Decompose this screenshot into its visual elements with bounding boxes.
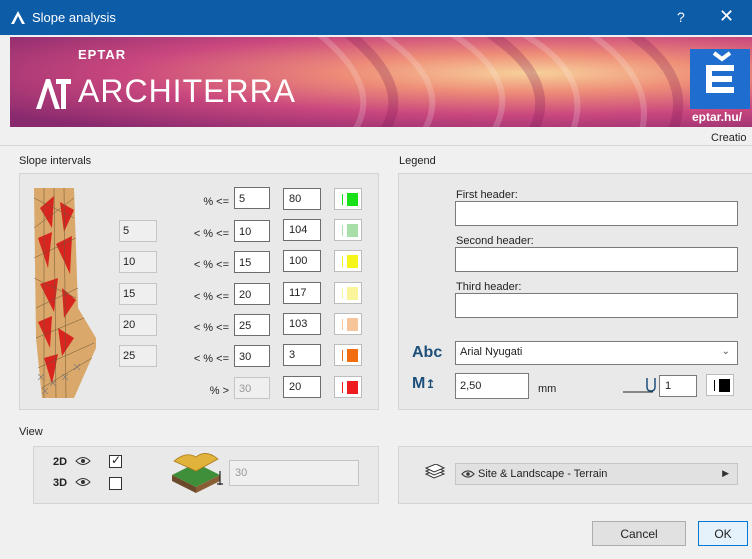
layer-value: Site & Landscape - Terrain [478,468,608,480]
legend-label: Legend [399,155,436,167]
color-picker-6[interactable] [334,344,362,366]
upper-bound-input-3[interactable]: 15 [234,251,270,273]
company-name: EPTAR [78,47,127,62]
lower-bound-display-2: 5 [119,220,157,242]
lower-bound-display-3: 10 [119,251,157,273]
checkmark-icon: ✓ [111,453,122,467]
eye-icon [75,457,91,465]
terrain-offset-input: 30 [229,460,359,486]
pen-number-input-6[interactable]: 3 [283,344,321,366]
font-value: Arial Nyugati [460,346,523,358]
product-name: ARCHITERRA [78,73,297,109]
upper-bound-input-2[interactable]: 10 [234,220,270,242]
slope-intervals-label: Slope intervals [19,155,92,167]
operator-label: % <= [203,196,229,208]
eye-icon [75,478,91,486]
upper-bound-display-7: 30 [234,377,270,399]
lower-bound-display-6: 25 [119,345,157,367]
cancel-button[interactable]: Cancel [592,521,686,546]
operator-label: < % <= [193,291,229,303]
close-button[interactable]: ✕ [719,6,734,27]
view-3d-label: 3D [53,477,68,489]
site-url: eptar.hu/ [692,110,743,124]
view-label: View [19,426,43,438]
pen-number-input-5[interactable]: 103 [283,313,321,335]
upper-bound-input-6[interactable]: 30 [234,345,270,367]
second-header-label: Second header: [456,235,534,247]
pen-number-input-2[interactable]: 104 [283,219,321,241]
upper-bound-input-1[interactable]: 5 [234,187,270,209]
eptar-logo-icon [690,49,750,109]
second-header-input[interactable] [455,247,738,272]
view-3d-checkbox[interactable] [109,477,122,490]
banner: EPTAR ARCHITERRA eptar.hu/ [10,37,752,127]
pen-number-input-1[interactable]: 80 [283,188,321,210]
title-bar: Slope analysis ? ✕ [0,0,752,35]
font-dropdown[interactable]: Arial Nyugati ⌄ [455,341,738,365]
tab-creation-partial[interactable]: Creatio [711,132,746,144]
lower-bound-display-4: 15 [119,283,157,305]
upper-bound-input-5[interactable]: 25 [234,314,270,336]
layers-icon [424,464,446,479]
slope-preview-thumbnail [34,188,96,398]
chevron-right-icon: ▶ [722,468,729,478]
view-2d-label: 2D [53,456,68,468]
operator-label: < % <= [193,228,229,240]
lower-bound-display-5: 20 [119,314,157,336]
window-title: Slope analysis [32,10,116,25]
ok-button[interactable]: OK [698,521,748,546]
pen-number-input-7[interactable]: 20 [283,376,321,398]
help-button[interactable]: ? [677,9,685,25]
third-header-label: Third header: [456,281,522,293]
third-header-input[interactable] [455,293,738,318]
text-size-input[interactable]: 2,50 [455,373,529,399]
first-header-label: First header: [456,189,518,201]
eye-icon [461,470,475,478]
first-header-input[interactable] [455,201,738,226]
color-picker-7[interactable] [334,376,362,398]
text-size-glyph: M [412,375,426,392]
pen-number-input-4[interactable]: 117 [283,282,321,304]
pen-number-input[interactable]: 1 [659,375,697,397]
pen-weight-icon [623,378,656,393]
operator-label: < % <= [193,259,229,271]
operator-label: % > [209,385,229,397]
color-picker-3[interactable] [334,250,362,272]
font-icon: Abc [412,344,443,361]
terrain-elevation-icon [172,453,223,493]
architerra-logo-icon [36,79,71,109]
operator-label: < % <= [193,353,229,365]
color-picker-2[interactable] [334,219,362,241]
color-picker-4[interactable] [334,282,362,304]
legend-color-picker[interactable] [706,374,734,396]
size-unit-label: mm [538,383,557,395]
color-picker-1[interactable] [334,188,362,210]
chevron-down-icon: ⌄ [721,346,730,357]
pen-number-input-3[interactable]: 100 [283,250,321,272]
upper-bound-input-4[interactable]: 20 [234,283,270,305]
app-icon [11,11,25,24]
text-size-icon: M↥ [412,375,436,392]
view-2d-checkbox[interactable]: ✓ [109,453,122,468]
layer-dropdown[interactable]: Site & Landscape - Terrain ▶ [455,463,738,485]
operator-label: < % <= [193,322,229,334]
color-picker-5[interactable] [334,313,362,335]
divider [0,145,752,146]
